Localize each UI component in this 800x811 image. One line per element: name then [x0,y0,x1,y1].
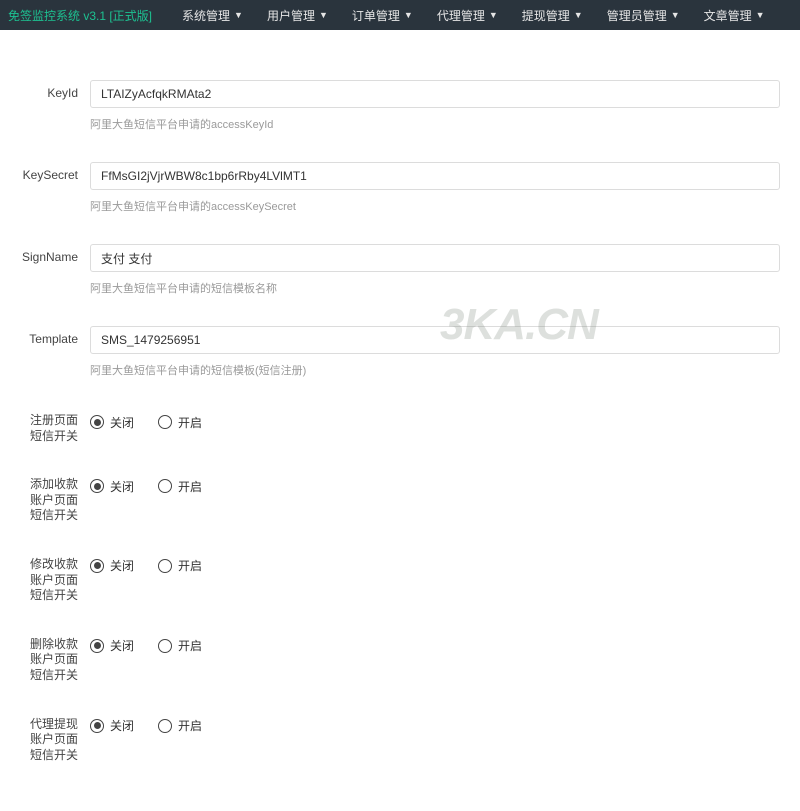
radio-off-label: 关闭 [110,557,134,574]
nav-withdraw[interactable]: 提现管理 ▼ [510,0,595,30]
radio-icon [158,479,172,493]
nav-label: 代理管理 [437,7,485,24]
caret-down-icon: ▼ [671,10,680,20]
keyid-input[interactable] [90,80,780,108]
nav-label: 管理员管理 [607,7,667,24]
signname-help: 阿里大鱼短信平台申请的短信模板名称 [90,280,780,296]
nav-label: 系统管理 [182,7,230,24]
radio-off-label: 关闭 [110,414,134,431]
top-navbar: 免签监控系统 v3.1 [正式版] 系统管理 ▼ 用户管理 ▼ 订单管理 ▼ 代理管理… [0,0,800,30]
nav-article[interactable]: 文章管理 ▼ [692,0,777,30]
radio-label-1: 添加收款账户页面短信开关 [20,472,90,524]
keyid-label: KeyId [20,80,90,102]
radio-off-label: 关闭 [110,717,134,734]
radio-icon [158,415,172,429]
radio-group-4: 关闭 开启 [90,712,226,740]
radio-icon [158,719,172,733]
radio-on-2[interactable]: 开启 [158,557,202,574]
radio-off-label: 关闭 [110,478,134,495]
radio-label-4: 代理提现账户页面短信开关 [20,712,90,764]
nav-label: 用户管理 [267,7,315,24]
keysecret-help: 阿里大鱼短信平台申请的accessKeySecret [90,198,780,214]
radio-on-label: 开启 [178,717,202,734]
radio-on-4[interactable]: 开启 [158,717,202,734]
nav-agent[interactable]: 代理管理 ▼ [425,0,510,30]
radio-off-2[interactable]: 关闭 [90,557,134,574]
radio-off-label: 关闭 [110,637,134,654]
radio-group-2: 关闭 开启 [90,552,226,580]
signname-input[interactable] [90,244,780,272]
caret-down-icon: ▼ [489,10,498,20]
radio-icon [90,479,104,493]
nav-menu: 系统管理 ▼ 用户管理 ▼ 订单管理 ▼ 代理管理 ▼ 提现管理 ▼ 管理员管理 ▼ 文章管… [170,0,777,30]
radio-off-4[interactable]: 关闭 [90,717,134,734]
radio-icon [90,415,104,429]
radio-icon [158,639,172,653]
caret-down-icon: ▼ [319,10,328,20]
radio-label-3: 删除收款账户页面短信开关 [20,632,90,684]
template-help: 阿里大鱼短信平台申请的短信模板(短信注册) [90,362,780,378]
template-input[interactable] [90,326,780,354]
signname-label: SignName [20,244,90,266]
nav-label: 提现管理 [522,7,570,24]
radio-label-2: 修改收款账户页面短信开关 [20,552,90,604]
radio-on-label: 开启 [178,557,202,574]
caret-down-icon: ▼ [404,10,413,20]
radio-off-3[interactable]: 关闭 [90,637,134,654]
radio-group-1: 关闭 开启 [90,472,226,500]
nav-user[interactable]: 用户管理 ▼ [255,0,340,30]
caret-down-icon: ▼ [234,10,243,20]
radio-icon [90,559,104,573]
radio-on-label: 开启 [178,414,202,431]
radio-group-0: 关闭 开启 [90,408,226,436]
nav-label: 订单管理 [352,7,400,24]
radio-off-0[interactable]: 关闭 [90,414,134,431]
radio-icon [90,719,104,733]
radio-group-3: 关闭 开启 [90,632,226,660]
form-content: KeyId 阿里大鱼短信平台申请的accessKeyId KeySecret 阿… [0,30,800,811]
radio-icon [90,639,104,653]
caret-down-icon: ▼ [574,10,583,20]
radio-label-0: 注册页面短信开关 [20,408,90,444]
nav-order[interactable]: 订单管理 ▼ [340,0,425,30]
nav-label: 文章管理 [704,7,752,24]
radio-on-label: 开启 [178,637,202,654]
radio-on-1[interactable]: 开启 [158,478,202,495]
caret-down-icon: ▼ [756,10,765,20]
nav-admin[interactable]: 管理员管理 ▼ [595,0,692,30]
template-label: Template [20,326,90,348]
radio-on-0[interactable]: 开启 [158,414,202,431]
keyid-help: 阿里大鱼短信平台申请的accessKeyId [90,116,780,132]
brand-title: 免签监控系统 v3.1 [正式版] [8,7,152,24]
radio-icon [158,559,172,573]
radio-on-label: 开启 [178,478,202,495]
keysecret-label: KeySecret [20,162,90,184]
radio-on-3[interactable]: 开启 [158,637,202,654]
radio-off-1[interactable]: 关闭 [90,478,134,495]
keysecret-input[interactable] [90,162,780,190]
nav-system[interactable]: 系统管理 ▼ [170,0,255,30]
